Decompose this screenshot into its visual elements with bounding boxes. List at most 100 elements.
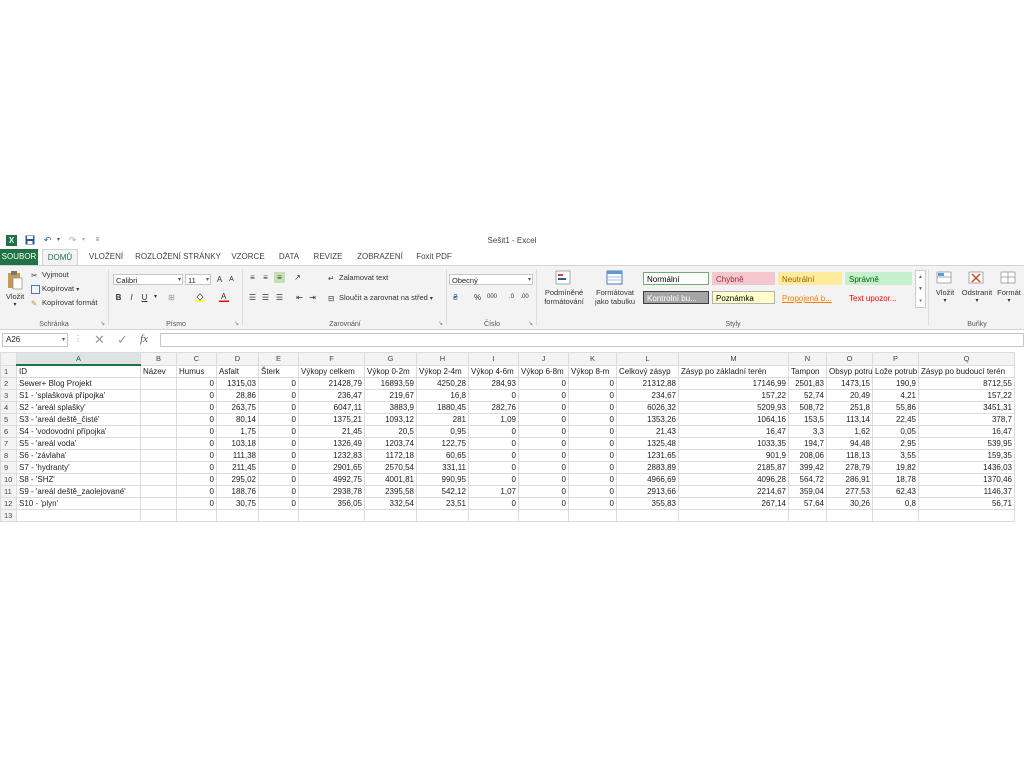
column-header-m[interactable]: M: [678, 352, 789, 366]
cell-c7[interactable]: 0: [176, 437, 217, 450]
cell-k11[interactable]: 0: [568, 485, 617, 498]
cell-g7[interactable]: 1203,74: [364, 437, 417, 450]
cell-p1[interactable]: Lože potrubí: [872, 364, 919, 378]
comma-style-button[interactable]: 000: [485, 292, 499, 303]
cell-b3[interactable]: [140, 389, 177, 402]
cell-j1[interactable]: Výkop 6-8m: [518, 364, 569, 378]
tab-foxit-pdf[interactable]: Foxit PDF: [414, 249, 454, 265]
cell-d5[interactable]: 80,14: [216, 413, 259, 426]
cell-a13[interactable]: [16, 509, 141, 522]
cell-l1[interactable]: Celkový zásyp: [616, 364, 679, 378]
font-launcher-icon[interactable]: ↘: [234, 320, 239, 327]
align-center-icon[interactable]: ☰: [260, 292, 271, 303]
cell-d7[interactable]: 103,18: [216, 437, 259, 450]
cell-b12[interactable]: [140, 497, 177, 510]
column-header-c[interactable]: C: [176, 352, 217, 366]
cell-k10[interactable]: 0: [568, 473, 617, 486]
cell-b9[interactable]: [140, 461, 177, 474]
cell-c10[interactable]: 0: [176, 473, 217, 486]
cell-c4[interactable]: 0: [176, 401, 217, 414]
cell-b7[interactable]: [140, 437, 177, 450]
column-header-i[interactable]: I: [468, 352, 519, 366]
cell-b1[interactable]: Název: [140, 364, 177, 378]
column-header-l[interactable]: L: [616, 352, 679, 366]
tab-home[interactable]: DOMŮ: [42, 249, 78, 265]
cell-p2[interactable]: 190,9: [872, 377, 919, 390]
cell-e10[interactable]: 0: [258, 473, 299, 486]
cell-l4[interactable]: 6026,32: [616, 401, 679, 414]
cell-n11[interactable]: 359,04: [788, 485, 827, 498]
fill-color-icon[interactable]: [194, 292, 205, 303]
cell-b4[interactable]: [140, 401, 177, 414]
cell-g3[interactable]: 219,67: [364, 389, 417, 402]
cell-a10[interactable]: S8 - 'SHZ': [16, 473, 141, 486]
cell-m3[interactable]: 157,22: [678, 389, 789, 402]
cell-q5[interactable]: 378,7: [918, 413, 1015, 426]
cell-p4[interactable]: 55,86: [872, 401, 919, 414]
wrap-text-button[interactable]: ↵ Zalamovat text: [328, 273, 388, 283]
cell-b2[interactable]: [140, 377, 177, 390]
font-color-icon[interactable]: A: [218, 292, 229, 303]
row-header[interactable]: 9: [0, 461, 17, 474]
cell-a7[interactable]: S5 - 'areál voda': [16, 437, 141, 450]
cell-m9[interactable]: 2185,87: [678, 461, 789, 474]
cell-o12[interactable]: 30,26: [826, 497, 873, 510]
format-as-table-button[interactable]: Formátovat jako tabulku: [590, 270, 640, 306]
cell-i3[interactable]: 0: [468, 389, 519, 402]
column-header-k[interactable]: K: [568, 352, 617, 366]
cell-g8[interactable]: 1172,18: [364, 449, 417, 462]
tab-view[interactable]: ZOBRAZENÍ: [352, 249, 408, 265]
cell-g1[interactable]: Výkop 0-2m: [364, 364, 417, 378]
cell-j7[interactable]: 0: [518, 437, 569, 450]
cell-o8[interactable]: 118,13: [826, 449, 873, 462]
styles-gallery-scroll[interactable]: ▲ ▼ ▾: [915, 270, 926, 308]
cell-d10[interactable]: 295,02: [216, 473, 259, 486]
cell-c6[interactable]: 0: [176, 425, 217, 438]
tab-review[interactable]: REVIZE: [310, 249, 346, 265]
cell-d9[interactable]: 211,45: [216, 461, 259, 474]
cell-k13[interactable]: [568, 509, 617, 522]
bold-button[interactable]: B: [113, 292, 124, 303]
paste-button[interactable]: Vložit ▾: [4, 270, 26, 308]
cell-n12[interactable]: 57,64: [788, 497, 827, 510]
cell-m1[interactable]: Zásyp po základní terén: [678, 364, 789, 378]
cell-i8[interactable]: 0: [468, 449, 519, 462]
cell-a11[interactable]: S9 - 'areál deště_zaolejované': [16, 485, 141, 498]
cell-o5[interactable]: 113,14: [826, 413, 873, 426]
percent-button[interactable]: %: [472, 292, 483, 303]
cell-f11[interactable]: 2938,78: [298, 485, 365, 498]
cell-e7[interactable]: 0: [258, 437, 299, 450]
cell-m4[interactable]: 5209,93: [678, 401, 789, 414]
cell-l5[interactable]: 1353,26: [616, 413, 679, 426]
cell-q13[interactable]: [918, 509, 1015, 522]
cell-g13[interactable]: [364, 509, 417, 522]
italic-button[interactable]: I: [126, 292, 137, 303]
cell-f9[interactable]: 2901,65: [298, 461, 365, 474]
cell-m11[interactable]: 2214,67: [678, 485, 789, 498]
cell-e3[interactable]: 0: [258, 389, 299, 402]
cell-k1[interactable]: Výkop 8-m: [568, 364, 617, 378]
tab-insert[interactable]: VLOŽENÍ: [84, 249, 128, 265]
cell-f2[interactable]: 21428,79: [298, 377, 365, 390]
cell-e1[interactable]: Šterk: [258, 364, 299, 378]
cell-b10[interactable]: [140, 473, 177, 486]
cell-f12[interactable]: 356,05: [298, 497, 365, 510]
cell-k8[interactable]: 0: [568, 449, 617, 462]
increase-indent-icon[interactable]: ⇥: [307, 292, 318, 303]
cell-q12[interactable]: 56,71: [918, 497, 1015, 510]
cell-m7[interactable]: 1033,35: [678, 437, 789, 450]
cell-g9[interactable]: 2570,54: [364, 461, 417, 474]
cell-b11[interactable]: [140, 485, 177, 498]
cell-j6[interactable]: 0: [518, 425, 569, 438]
accounting-format-icon[interactable]: ₴: [450, 292, 461, 303]
cell-o13[interactable]: [826, 509, 873, 522]
cell-e8[interactable]: 0: [258, 449, 299, 462]
cell-h6[interactable]: 0,95: [416, 425, 469, 438]
cell-o7[interactable]: 94,48: [826, 437, 873, 450]
name-box[interactable]: A26 ▾: [2, 333, 68, 347]
cell-i13[interactable]: [468, 509, 519, 522]
borders-icon[interactable]: ⊞: [166, 292, 177, 303]
cell-l2[interactable]: 21312,88: [616, 377, 679, 390]
column-header-g[interactable]: G: [364, 352, 417, 366]
cell-f1[interactable]: Výkopy celkem: [298, 364, 365, 378]
